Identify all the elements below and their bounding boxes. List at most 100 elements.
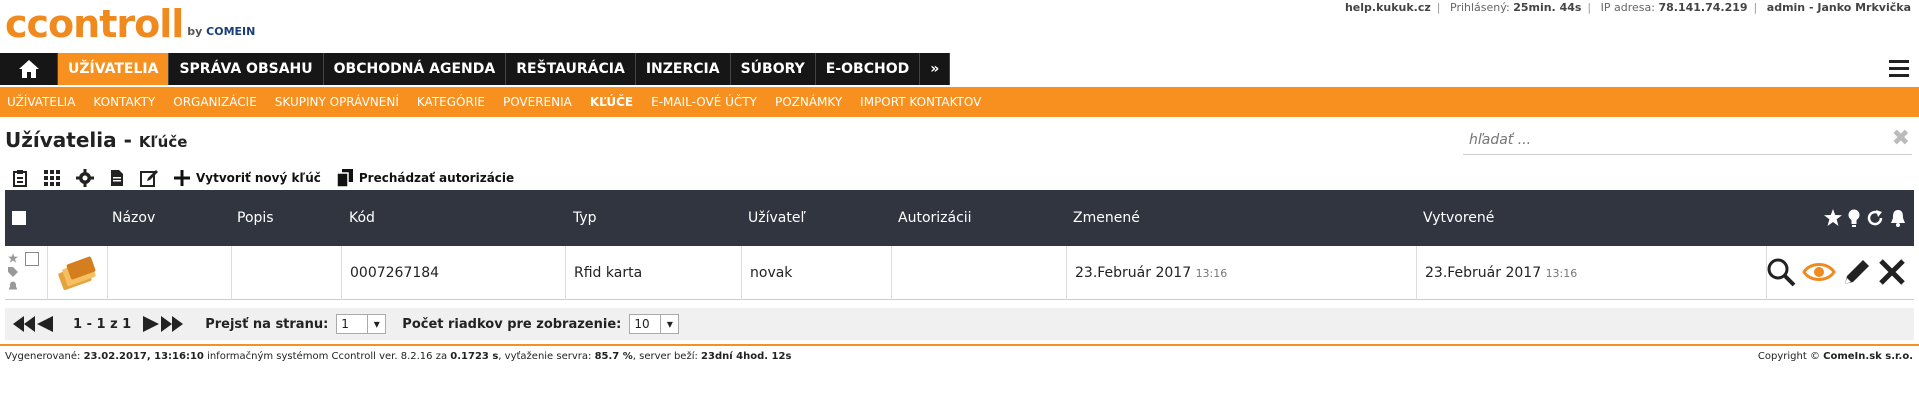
row-icon-cell: [47, 246, 107, 300]
clipboard-icon: [13, 170, 27, 187]
separator: |: [1753, 1, 1758, 14]
close-icon[interactable]: ✖: [1892, 128, 1910, 150]
logo[interactable]: ccontroll by COMEIN: [5, 2, 255, 56]
footer-info: Vygenerované: 23.02.2017, 13:16:10 infor…: [5, 351, 791, 362]
create-key-button[interactable]: Vytvoriť nový kľúč: [174, 170, 321, 186]
star-icon[interactable]: [8, 253, 18, 263]
nav-item-sprava-obsahu[interactable]: SPRÁVA OBSAHU: [169, 53, 324, 85]
column-header-vytvorene[interactable]: Vytvorené: [1423, 210, 1494, 226]
grid-icon: [44, 170, 60, 186]
search-input[interactable]: [1463, 128, 1863, 152]
nav-item-e-obchod[interactable]: E-OBCHOD: [816, 53, 921, 85]
next-page-icon[interactable]: [143, 316, 160, 332]
top-links: help.kukuk.cz | Prihlásený: 25min. 44s | I…: [1345, 1, 1911, 14]
logo-text: ccontroll: [5, 2, 184, 46]
subnav-item-kluce[interactable]: KĽÚČE: [590, 95, 633, 109]
column-header-popis[interactable]: Popis: [237, 210, 274, 226]
star-icon[interactable]: [1824, 209, 1842, 226]
ip-value: 78.141.74.219: [1658, 1, 1748, 14]
logged-value: 25min. 44s: [1513, 1, 1582, 14]
column-header-nazov[interactable]: Názov: [112, 210, 155, 226]
page-select[interactable]: 1 ▾: [336, 314, 387, 334]
subnav-item-uzivatelia[interactable]: UŽÍVATELIA: [7, 95, 75, 109]
created-date: 23.Február 2017: [1425, 265, 1542, 281]
chevron-down-icon: ▾: [660, 315, 678, 333]
edit-button[interactable]: [140, 169, 158, 187]
pager-range: 1 - 1 z 1: [73, 316, 132, 332]
time-value: 0.1723 s: [450, 351, 499, 362]
subnav-item-skupiny-opravneni[interactable]: SKUPINY OPRÁVNENÍ: [275, 95, 399, 109]
uptime-text: , server beží:: [632, 351, 702, 362]
subnav-item-kategorie[interactable]: KATEGÓRIE: [417, 95, 485, 109]
browse-authorizations-button[interactable]: Prechádzať autorizácie: [336, 169, 515, 187]
menu-icon[interactable]: [1889, 60, 1909, 78]
last-page-icon[interactable]: [161, 316, 184, 332]
column-header-autorizacii[interactable]: Autorizácii: [898, 210, 972, 226]
clipboard-button[interactable]: [12, 169, 28, 187]
column-header-zmenene[interactable]: Zmenené: [1073, 210, 1140, 226]
browse-authorizations-label: Prechádzať autorizácie: [358, 171, 515, 185]
subnav-item-email-ucty[interactable]: E-MAIL-OVÉ ÚČTY: [651, 95, 757, 109]
cards-icon: [58, 256, 96, 290]
logged-label: Prihlásený:: [1450, 1, 1510, 14]
load-value: 85.7 %: [594, 351, 633, 362]
subnav-item-import-kontaktov[interactable]: IMPORT KONTAKTOV: [860, 95, 981, 109]
subnav-item-kontakty[interactable]: KONTAKTY: [93, 95, 155, 109]
home-button[interactable]: [0, 53, 58, 85]
subnav-item-poznamky[interactable]: POZNÁMKY: [775, 95, 842, 109]
separator: |: [1587, 1, 1592, 14]
prev-page-icon[interactable]: [37, 316, 53, 332]
cell-uzivatel-text: novak: [750, 265, 793, 281]
uptime-value: 23dní 4hod. 12s: [701, 351, 792, 362]
goto-page-label: Prejsť na stranu:: [205, 316, 329, 332]
first-page-icon[interactable]: [13, 316, 35, 332]
column-header-typ[interactable]: Typ: [573, 210, 597, 226]
tag-icon[interactable]: [8, 267, 18, 277]
select-all-checkbox[interactable]: [12, 211, 26, 225]
subnav-item-organizacie[interactable]: ORGANIZÁCIE: [173, 95, 257, 109]
changed-date: 23.Február 2017: [1075, 265, 1192, 281]
copyright-label: Copyright ©: [1757, 351, 1820, 362]
grid-button[interactable]: [44, 170, 60, 186]
bulb-icon[interactable]: [1848, 209, 1860, 227]
cell-kod-text: 0007267184: [350, 265, 440, 281]
main-nav-bar: UŽÍVATELIA SPRÁVA OBSAHU OBCHODNÁ AGENDA…: [0, 53, 951, 85]
bell-icon[interactable]: [8, 281, 18, 292]
pager: 1 - 1 z 1 Prejsť na stranu: 1 ▾ Počet ria…: [5, 308, 1914, 340]
plus-icon: [174, 170, 190, 186]
copyright-company[interactable]: ComeIn.sk s.r.o.: [1823, 351, 1913, 362]
nav-item-uzivatelia[interactable]: UŽÍVATELIA: [58, 53, 170, 85]
help-link[interactable]: help.kukuk.cz: [1345, 1, 1431, 14]
nav-item-more[interactable]: »: [920, 53, 951, 85]
header: ccontroll by COMEIN help.kukuk.cz | Prihlá…: [0, 0, 1919, 50]
subnav-item-poverenia[interactable]: POVERENIA: [503, 95, 572, 109]
load-text: , vyťaženie servra:: [498, 351, 595, 362]
cell-popis: [231, 246, 341, 300]
copy-icon: [336, 169, 353, 187]
column-header-uzivatel[interactable]: Užívateľ: [748, 210, 806, 226]
sub-nav: UŽÍVATELIA KONTAKTY ORGANIZÁCIE SKUPINY …: [0, 87, 1919, 117]
nav-item-inzercia[interactable]: INZERCIA: [636, 53, 731, 85]
row-checkbox[interactable]: [25, 252, 39, 266]
nav-item-subory[interactable]: SÚBORY: [731, 53, 816, 85]
column-header-kod[interactable]: Kód: [349, 210, 375, 226]
nav-item-obchodna-agenda[interactable]: OBCHODNÁ AGENDA: [324, 53, 507, 85]
search-icon[interactable]: [1766, 257, 1796, 287]
settings-button[interactable]: [76, 169, 94, 187]
changed-time: 13:16: [1195, 267, 1228, 280]
close-icon[interactable]: [1878, 257, 1906, 287]
bell-icon[interactable]: [1890, 209, 1906, 227]
user-link[interactable]: admin - Janko Mrkvička: [1767, 1, 1911, 14]
table-header: Názov Popis Kód Typ Užívateľ Autorizácii…: [5, 190, 1914, 246]
document-button[interactable]: [110, 169, 124, 187]
refresh-icon[interactable]: [1866, 209, 1884, 227]
table-row[interactable]: 0007267184 Rfid karta novak 23.Február 2…: [5, 246, 1914, 300]
pencil-icon[interactable]: [1842, 257, 1872, 287]
document-icon: [111, 170, 123, 186]
cell-nazov: [107, 246, 231, 300]
rows-per-page-select[interactable]: 10 ▾: [629, 314, 680, 334]
copyright: Copyright © ComeIn.sk s.r.o.: [1758, 351, 1913, 362]
eye-icon[interactable]: [1802, 257, 1836, 287]
nav-item-restauracia[interactable]: REŠTAURÁCIA: [506, 53, 636, 85]
tag-marker: [8, 265, 18, 281]
